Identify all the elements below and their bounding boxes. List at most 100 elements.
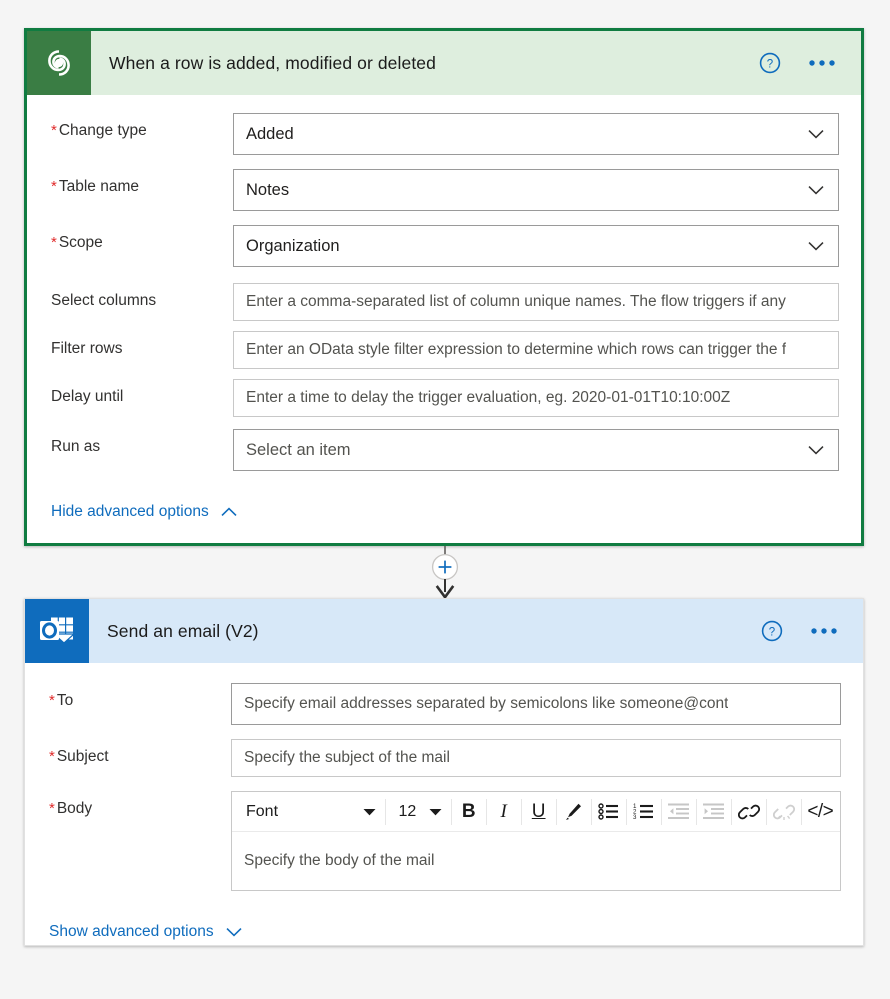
- help-circle-icon[interactable]: ?: [759, 52, 781, 74]
- field-row-filter-rows: Filter rows Enter an OData style filter …: [27, 331, 861, 369]
- select-columns-placeholder: Enter a comma-separated list of column u…: [246, 293, 786, 310]
- toolbar-separator: [730, 798, 732, 825]
- action-card-header[interactable]: Send an email (V2) ?: [25, 599, 863, 663]
- italic-label: I: [500, 801, 507, 822]
- bold-button[interactable]: B: [453, 795, 485, 829]
- filter-rows-placeholder: Enter an OData style filter expression t…: [246, 341, 787, 358]
- flow-connector: [431, 546, 459, 598]
- chevron-down-icon: [808, 186, 824, 195]
- filter-rows-input[interactable]: Enter an OData style filter expression t…: [233, 331, 839, 369]
- chevron-up-icon: [221, 507, 237, 516]
- field-label-run-as: Run as: [51, 438, 101, 455]
- trigger-card-when-a-row-is-added[interactable]: When a row is added, modified or deleted…: [24, 28, 864, 546]
- field-label-to: * To: [49, 692, 74, 709]
- chevron-down-icon: [808, 446, 824, 455]
- ellipsis-icon[interactable]: [809, 60, 835, 66]
- field-label-body: * Body: [49, 800, 93, 817]
- scope-dropdown[interactable]: Organization: [233, 225, 839, 267]
- field-row-table-name: * Table name Notes: [27, 169, 861, 211]
- field-label-table-name: * Table name: [51, 178, 139, 195]
- remove-link-button[interactable]: [768, 795, 800, 829]
- field-label-delay-until: Delay until: [51, 388, 124, 405]
- toolbar-separator: [520, 798, 522, 825]
- run-as-value: Select an item: [246, 440, 351, 459]
- bold-label: B: [461, 801, 476, 822]
- field-row-run-as: Run as Select an item: [27, 429, 861, 471]
- toolbar-separator: [590, 798, 592, 825]
- field-label-subject: * Subject: [49, 748, 109, 765]
- select-columns-input[interactable]: Enter a comma-separated list of column u…: [233, 283, 839, 321]
- numbered-list-button[interactable]: 123: [628, 795, 660, 829]
- italic-button[interactable]: I: [488, 795, 520, 829]
- field-row-scope: * Scope Organization: [27, 225, 861, 267]
- required-indicator: *: [51, 122, 57, 139]
- bulleted-list-button[interactable]: [593, 795, 625, 829]
- font-size-dropdown[interactable]: 12: [387, 795, 450, 829]
- svg-text:?: ?: [767, 58, 773, 70]
- increase-indent-button[interactable]: [698, 795, 730, 829]
- underline-button[interactable]: U: [523, 795, 555, 829]
- body-text-area[interactable]: Specify the body of the mail: [232, 832, 840, 890]
- to-input[interactable]: Specify email addresses separated by sem…: [231, 683, 841, 725]
- toolbar-separator: [450, 798, 452, 825]
- outlook-icon: [25, 599, 89, 663]
- table-name-dropdown[interactable]: Notes: [233, 169, 839, 211]
- hide-advanced-options-label: Hide advanced options: [51, 503, 209, 520]
- change-type-dropdown[interactable]: Added: [233, 113, 839, 155]
- chevron-down-icon: [429, 808, 442, 815]
- toolbar-separator: [555, 798, 557, 825]
- numbered-list-icon: 123: [633, 803, 654, 820]
- action-card-header-actions: ?: [761, 620, 863, 642]
- subject-input[interactable]: Specify the subject of the mail: [231, 739, 841, 777]
- required-indicator: *: [51, 178, 57, 195]
- trigger-card-header[interactable]: When a row is added, modified or deleted…: [27, 31, 861, 95]
- svg-text:3: 3: [633, 814, 637, 820]
- show-advanced-options-link[interactable]: Show advanced options: [49, 923, 242, 941]
- font-size-value: 12: [398, 802, 417, 820]
- chevron-down-icon: [808, 130, 824, 139]
- required-indicator: *: [51, 234, 57, 251]
- to-placeholder: Specify email addresses separated by sem…: [244, 695, 729, 712]
- required-indicator: *: [49, 800, 55, 817]
- code-view-label: </>: [807, 800, 834, 822]
- action-card-send-an-email[interactable]: Send an email (V2) ? * To Specify email …: [24, 598, 864, 946]
- delay-until-input[interactable]: Enter a time to delay the trigger evalua…: [233, 379, 839, 417]
- run-as-dropdown[interactable]: Select an item: [233, 429, 839, 471]
- body-rich-text-editor[interactable]: Font 12 B I U 1 2 3 </> Specify the body…: [231, 791, 841, 891]
- hide-advanced-options-link[interactable]: Hide advanced options: [51, 503, 237, 521]
- show-advanced-options-label: Show advanced options: [49, 923, 214, 940]
- code-view-button[interactable]: </>: [803, 795, 839, 829]
- required-indicator: *: [49, 748, 55, 765]
- trigger-card-header-actions: ?: [759, 52, 861, 74]
- field-row-select-columns: Select columns Enter a comma-separated l…: [27, 283, 861, 321]
- field-row-subject: * Subject Specify the subject of the mail: [25, 739, 863, 777]
- field-row-delay-until: Delay until Enter a time to delay the tr…: [27, 379, 861, 417]
- dataverse-icon: [27, 31, 91, 95]
- toolbar-separator: [485, 798, 487, 825]
- flow-designer-canvas: When a row is added, modified or deleted…: [0, 0, 890, 999]
- action-advanced-options-row: Show advanced options: [25, 923, 863, 941]
- delay-until-placeholder: Enter a time to delay the trigger evalua…: [246, 389, 731, 406]
- decrease-indent-button[interactable]: [663, 795, 695, 829]
- ellipsis-icon[interactable]: [811, 628, 837, 634]
- field-label-scope: * Scope: [51, 234, 103, 251]
- required-indicator: *: [49, 692, 55, 709]
- trigger-card-title: When a row is added, modified or deleted: [109, 52, 436, 73]
- table-name-value: Notes: [246, 180, 290, 199]
- action-card-title: Send an email (V2): [107, 620, 259, 641]
- help-circle-icon[interactable]: ?: [761, 620, 783, 642]
- arrow-down-icon: [435, 579, 455, 598]
- field-label-select-columns: Select columns: [51, 292, 157, 309]
- link-icon: [737, 804, 760, 819]
- font-family-dropdown[interactable]: Font: [234, 795, 384, 829]
- text-highlight-button[interactable]: [558, 795, 590, 829]
- rich-text-toolbar: Font 12 B I U 1 2 3 </>: [232, 792, 840, 832]
- insert-link-button[interactable]: [733, 795, 765, 829]
- toolbar-separator: [625, 798, 627, 825]
- underline-label: U: [531, 801, 546, 822]
- action-card-body: * To Specify email addresses separated by…: [25, 683, 863, 941]
- trigger-card-body: * Change type Added * Table name Notes *…: [27, 113, 861, 521]
- field-label-filter-rows: Filter rows: [51, 340, 123, 357]
- scope-value: Organization: [246, 236, 340, 255]
- change-type-value: Added: [246, 124, 294, 143]
